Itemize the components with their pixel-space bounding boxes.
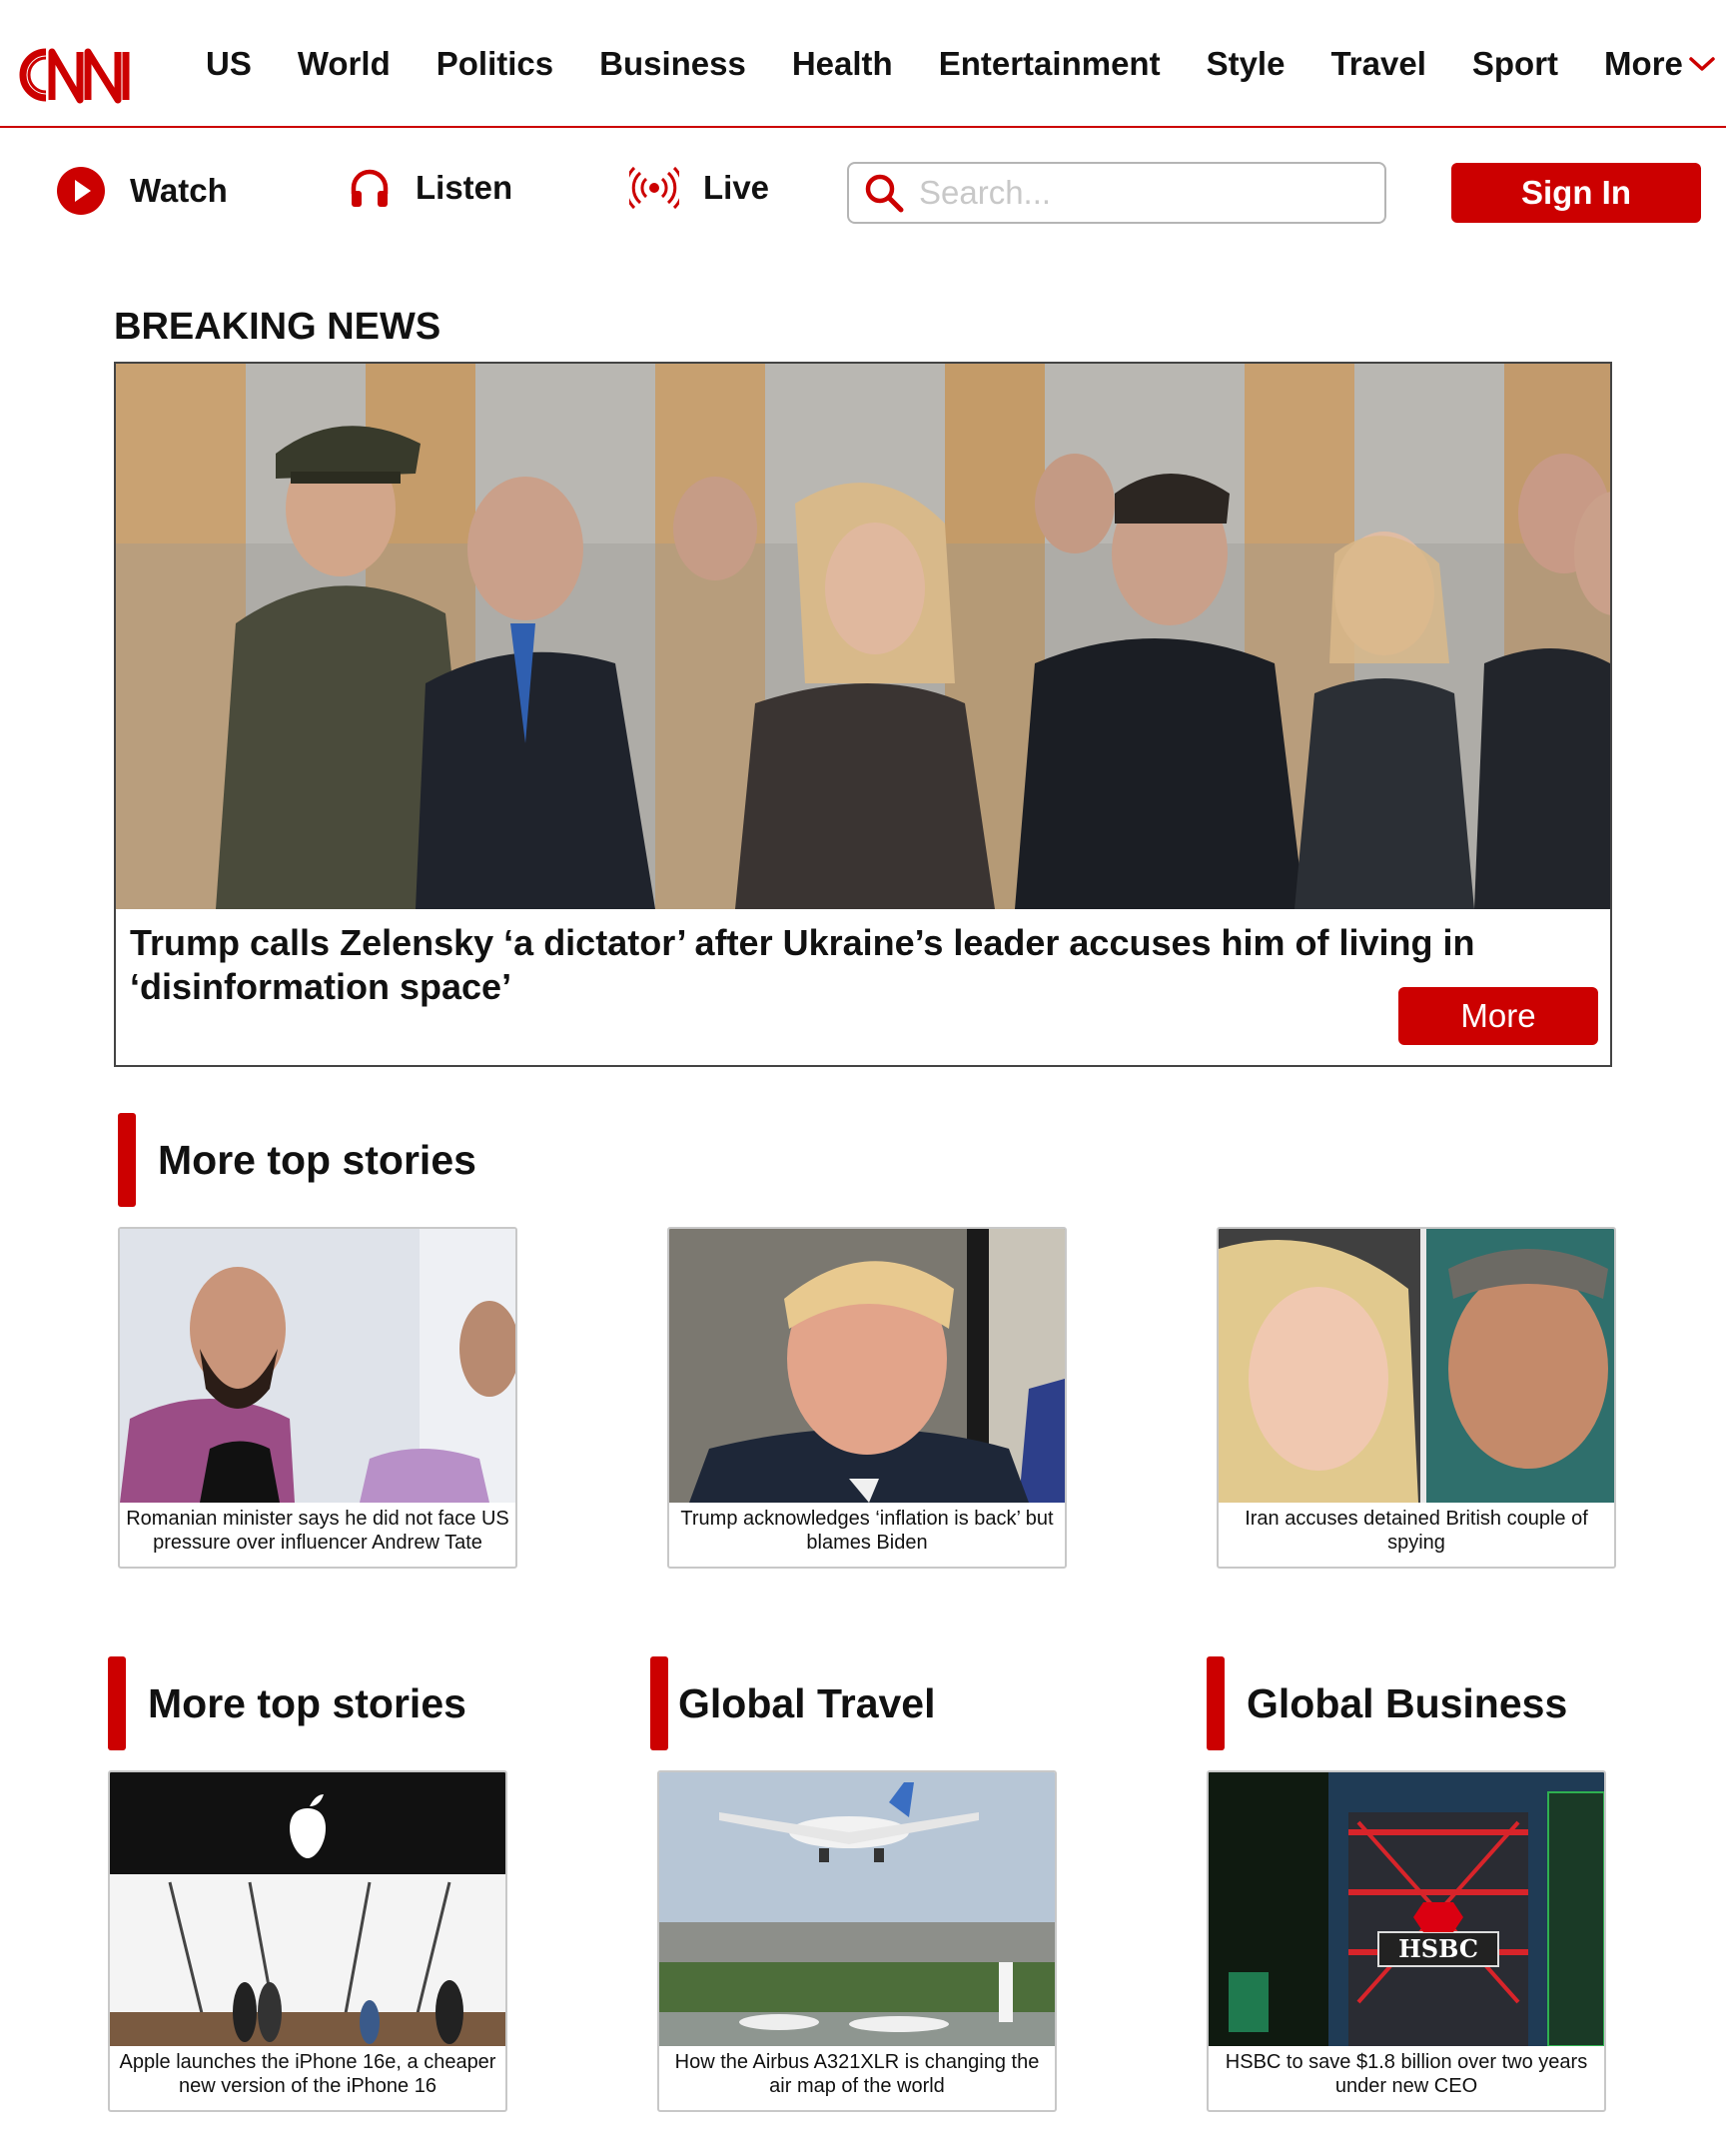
story-caption[interactable]: HSBC to save $1.8 billion over two years…	[1209, 2050, 1604, 2098]
breaking-news-label: BREAKING NEWS	[114, 306, 441, 348]
breaking-headline[interactable]: Trump calls Zelensky ‘a dictator’ after …	[130, 921, 1548, 1009]
section-title: Global Travel	[678, 1679, 936, 1726]
nav-health[interactable]: Health	[792, 45, 893, 83]
sign-in-button[interactable]: Sign In	[1451, 163, 1701, 223]
listen-link[interactable]: Listen	[348, 166, 512, 210]
svg-text:HSBC: HSBC	[1398, 1934, 1478, 1963]
nav-more-button[interactable]: More	[1604, 45, 1717, 83]
story-photo	[1219, 1229, 1614, 1503]
nav-us[interactable]: US	[206, 45, 252, 83]
section-heading: More top stories	[108, 1656, 466, 1750]
nav-style[interactable]: Style	[1207, 45, 1286, 83]
top-navigation: US World Politics Business Health Entert…	[0, 0, 1726, 128]
nav-travel[interactable]: Travel	[1330, 45, 1425, 83]
nav-world[interactable]: World	[298, 45, 391, 83]
story-card[interactable]: HSBC HSBC to save $1.8 billion over two …	[1207, 1770, 1606, 2112]
live-link[interactable]: Live	[629, 166, 769, 210]
story-caption[interactable]: Iran accuses detained British couple of …	[1219, 1507, 1614, 1555]
story-caption[interactable]: Apple launches the iPhone 16e, a cheaper…	[110, 2050, 505, 2098]
search-input[interactable]	[919, 174, 1358, 212]
section-title: More top stories	[148, 1679, 466, 1726]
watch-link[interactable]: Watch	[56, 166, 228, 216]
play-icon	[57, 167, 105, 215]
search-icon	[865, 174, 904, 213]
story-photo	[110, 1772, 505, 2046]
live-broadcast-icon	[629, 166, 679, 210]
nav-sport[interactable]: Sport	[1472, 45, 1558, 83]
story-card[interactable]: Iran accuses detained British couple of …	[1217, 1227, 1616, 1569]
story-caption[interactable]: Romanian minister says he did not face U…	[120, 1507, 515, 1555]
nav-entertainment[interactable]: Entertainment	[939, 45, 1161, 83]
story-photo	[669, 1229, 1065, 1503]
breaking-news-card[interactable]: Trump calls Zelensky ‘a dictator’ after …	[114, 362, 1612, 1067]
section-heading: Global Business	[1207, 1656, 1567, 1750]
section-title: Global Business	[1247, 1679, 1568, 1726]
story-photo	[659, 1772, 1055, 2046]
section-accent-bar	[1207, 1656, 1225, 1750]
nav-more-label: More	[1604, 45, 1683, 82]
section-accent-bar	[118, 1113, 136, 1207]
section-title: More top stories	[158, 1136, 476, 1183]
media-bar: Watch Listen Live Sign In	[0, 130, 1726, 260]
breaking-more-button[interactable]: More	[1398, 987, 1598, 1045]
story-photo: HSBC	[1209, 1772, 1604, 2046]
story-photo	[120, 1229, 515, 1503]
story-card[interactable]: How the Airbus A321XLR is changing the a…	[657, 1770, 1057, 2112]
section-heading: More top stories	[118, 1113, 476, 1207]
listen-label: Listen	[416, 169, 513, 206]
headphones-icon	[351, 169, 389, 207]
section-heading: Global Travel	[650, 1656, 936, 1750]
main-nav: US World Politics Business Health Entert…	[206, 0, 1717, 128]
story-card[interactable]: Romanian minister says he did not face U…	[118, 1227, 517, 1569]
chevron-down-icon	[1689, 57, 1715, 71]
section-accent-bar	[650, 1656, 668, 1750]
section-accent-bar	[108, 1656, 126, 1750]
hero-photo	[116, 364, 1610, 909]
story-caption[interactable]: Trump acknowledges ‘inflation is back’ b…	[669, 1507, 1065, 1555]
story-card[interactable]: Trump acknowledges ‘inflation is back’ b…	[667, 1227, 1067, 1569]
cnn-logo[interactable]	[18, 44, 144, 106]
nav-business[interactable]: Business	[599, 45, 746, 83]
live-label: Live	[703, 169, 770, 206]
story-card[interactable]: Apple launches the iPhone 16e, a cheaper…	[108, 1770, 507, 2112]
story-caption[interactable]: How the Airbus A321XLR is changing the a…	[659, 2050, 1055, 2098]
search-box[interactable]	[847, 162, 1386, 224]
watch-label: Watch	[130, 172, 228, 209]
nav-politics[interactable]: Politics	[436, 45, 553, 83]
